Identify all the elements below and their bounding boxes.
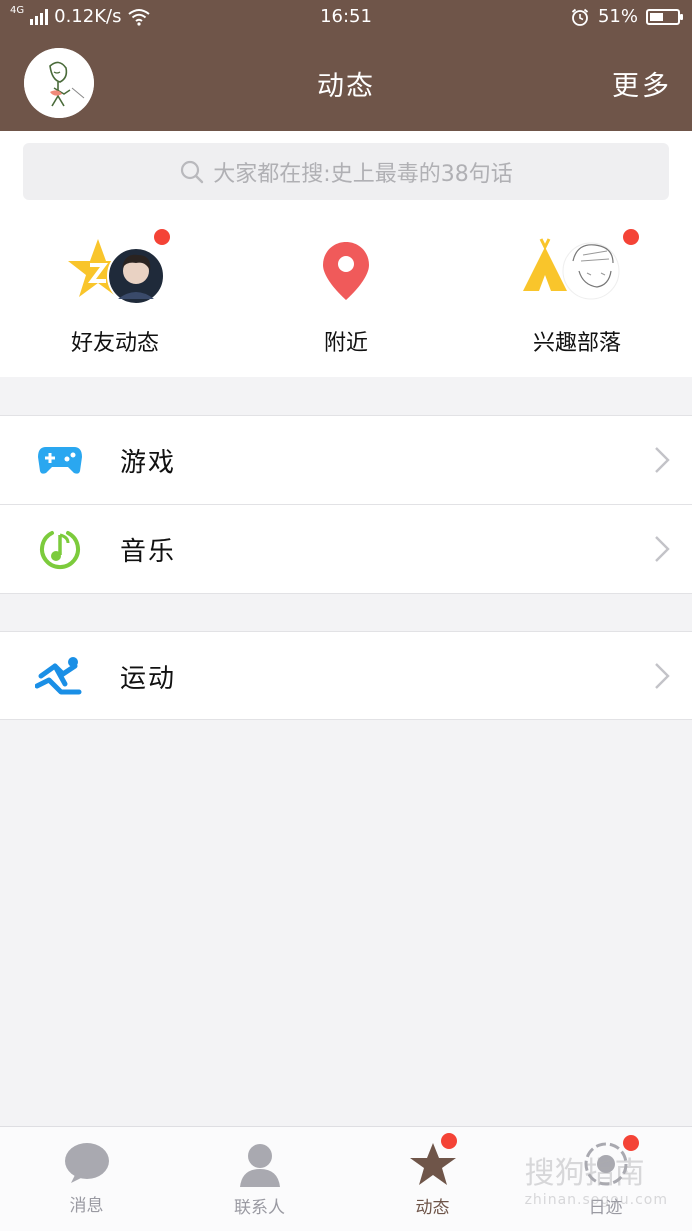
contact-person-icon [239, 1144, 280, 1187]
alarm-icon [571, 8, 589, 26]
more-button[interactable]: 更多 [612, 64, 672, 103]
divider [0, 719, 692, 720]
badge-dot [154, 229, 170, 245]
page-title: 动态 [317, 71, 375, 102]
badge-dot [623, 229, 639, 245]
list-item-label: 音乐 [120, 536, 177, 567]
top-panel: 大家都在搜:史上最毒的38句话 好友动态 附近 兴趣部落 [0, 131, 692, 377]
divider [0, 593, 692, 594]
search-icon [181, 160, 204, 183]
quick-label: 附近 [323, 331, 368, 356]
list-item-sports[interactable]: 运动 [0, 632, 692, 720]
watermark: 搜狗指南 zhinan.sogou.com [525, 1148, 668, 1208]
run-icon [35, 657, 82, 695]
tab-label: 动态 [415, 1198, 450, 1218]
search-placeholder: 大家都在搜:史上最毒的38句话 [213, 161, 513, 187]
location-pin-icon [323, 242, 369, 300]
list-item-music[interactable]: 音乐 [0, 505, 692, 593]
tab-contacts[interactable]: 联系人 [173, 1127, 346, 1231]
quick-nearby[interactable]: 附近 [246, 231, 446, 357]
watermark-text: 搜狗指南 [524, 1156, 645, 1191]
tab-feed[interactable]: 动态 [346, 1127, 519, 1231]
battery-percent: 51% [597, 6, 638, 27]
tab-label: 联系人 [234, 1198, 285, 1218]
chevron-right-icon [655, 663, 670, 689]
search-bar[interactable]: 大家都在搜:史上最毒的38句话 [23, 143, 669, 200]
status-bar: 4G 0.12K/s 16:51 51% [0, 0, 692, 34]
quick-label: 好友动态 [70, 331, 159, 356]
chevron-right-icon [655, 447, 670, 473]
chevron-right-icon [655, 536, 670, 562]
quick-interest-tribe[interactable]: 兴趣部落 [477, 229, 677, 357]
tab-messages[interactable]: 消息 [0, 1127, 173, 1231]
battery-icon [646, 8, 683, 25]
status-right: 51% [570, 6, 683, 27]
quick-friend-feed[interactable]: 好友动态 [15, 229, 215, 357]
list-item-game[interactable]: 游戏 [0, 416, 692, 504]
gamepad-icon [38, 447, 82, 474]
star-avatar-icon [68, 239, 165, 305]
watermark-url: zhinan.sogou.com [524, 1192, 668, 1208]
chat-bubble-icon [64, 1143, 109, 1183]
list-item-label: 游戏 [120, 447, 177, 478]
badge-dot [441, 1133, 457, 1149]
quick-label: 兴趣部落 [532, 331, 621, 356]
list-item-label: 运动 [120, 663, 177, 694]
tent-icon [523, 238, 620, 300]
music-note-icon [40, 531, 80, 570]
tab-label: 消息 [69, 1196, 104, 1216]
header-bar: 动态 更多 [0, 34, 692, 131]
